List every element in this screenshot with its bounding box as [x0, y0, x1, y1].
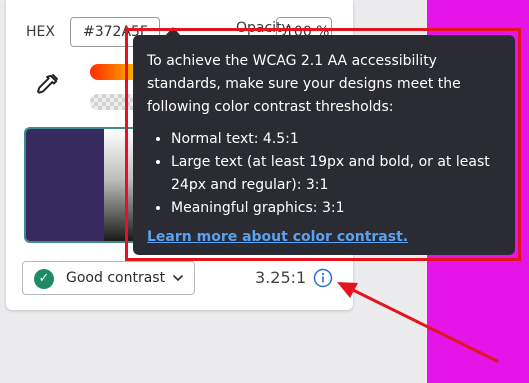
contrast-ratio: 3.25:1: [255, 268, 307, 287]
annotation-highlight-box: [125, 28, 521, 261]
eyedropper-icon[interactable]: [34, 72, 60, 98]
contrast-status-dropdown[interactable]: ✓ Good contrast: [22, 261, 195, 295]
check-circle-icon: ✓: [34, 269, 54, 289]
chevron-down-icon: [173, 275, 183, 281]
hex-label: HEX: [26, 24, 55, 40]
info-icon[interactable]: [313, 268, 333, 288]
color-swatch: [26, 129, 104, 241]
contrast-status-label: Good contrast: [66, 270, 166, 286]
